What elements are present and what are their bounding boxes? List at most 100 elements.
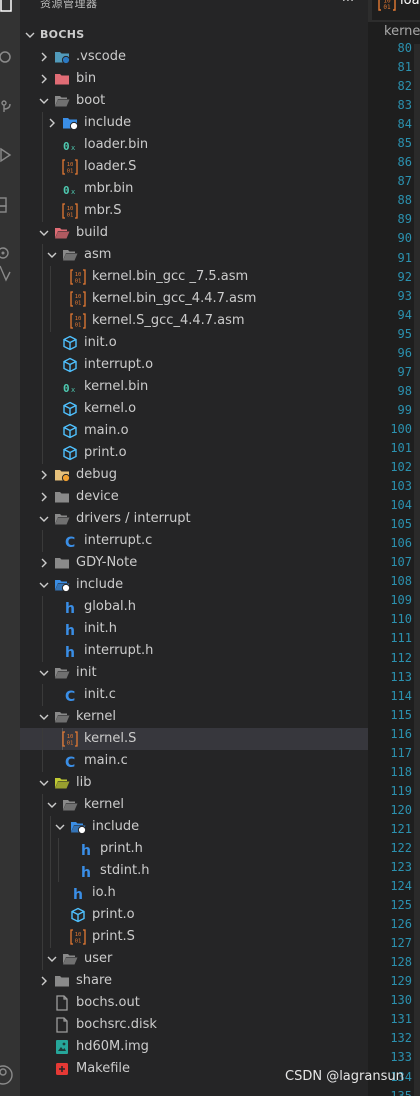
account-icon[interactable] <box>0 1064 20 1086</box>
tree-folder-row[interactable]: bin <box>20 68 368 90</box>
tree-file-row[interactable]: 10 01 loader.S <box>20 156 368 178</box>
tree-item-label: kernel <box>84 797 125 812</box>
tree-file-row[interactable]: print.o <box>20 904 368 926</box>
chevron-down-icon[interactable] <box>38 513 50 525</box>
line-number: 107 <box>390 555 412 570</box>
debug-folder-icon <box>54 467 70 483</box>
indent-guide <box>50 288 51 310</box>
tree-file-row[interactable]: Cinterrupt.c <box>20 530 368 552</box>
explorer-icon[interactable] <box>0 0 20 16</box>
chevron-down-icon[interactable] <box>38 227 50 239</box>
remote-explorer-icon[interactable] <box>0 242 20 264</box>
tree-folder-row[interactable]: drivers / interrupt <box>20 508 368 530</box>
tree-file-row[interactable]: main.o <box>20 420 368 442</box>
indent-guide <box>50 816 51 838</box>
line-number: 129 <box>390 974 412 989</box>
tree-file-row[interactable]: 10 01 mbr.S <box>20 200 368 222</box>
chevron-right-icon[interactable] <box>38 491 50 503</box>
search-icon[interactable] <box>0 46 20 68</box>
chevron-right-icon[interactable] <box>38 73 50 85</box>
workspace-section-header[interactable]: BOCHS <box>20 24 368 46</box>
tree-file-row[interactable]: Cmain.c <box>20 750 368 772</box>
tree-file-row[interactable]: h interrupt.h <box>20 640 368 662</box>
chevron-down-icon[interactable] <box>46 799 58 811</box>
svg-text:01: 01 <box>75 939 82 945</box>
tree-file-row[interactable]: h io.h <box>20 882 368 904</box>
chevron-down-icon[interactable] <box>38 667 50 679</box>
tree-file-row[interactable]: h init.h <box>20 618 368 640</box>
chevron-down-icon[interactable] <box>54 821 66 833</box>
tree-file-row[interactable]: init.o <box>20 332 368 354</box>
tree-file-row[interactable]: 0 x kernel.bin <box>20 376 368 398</box>
c-file-icon: C <box>62 533 78 549</box>
tree-file-row[interactable]: h stdint.h <box>20 860 368 882</box>
chevron-right-icon[interactable] <box>38 975 50 987</box>
tree-file-row[interactable]: 0 x loader.bin <box>20 134 368 156</box>
chevron-right-icon[interactable] <box>46 117 58 129</box>
chevron-down-icon[interactable] <box>38 711 50 723</box>
tree-item-label: main.o <box>84 423 129 438</box>
chevron-down-icon[interactable] <box>38 579 50 591</box>
svg-text:C: C <box>65 535 75 549</box>
tree-folder-row[interactable]: share <box>20 970 368 992</box>
chevron-down-icon[interactable] <box>38 777 50 789</box>
tree-folder-row[interactable]: device <box>20 486 368 508</box>
tree-file-row[interactable]: print.o <box>20 442 368 464</box>
tree-file-row[interactable]: Cinit.c <box>20 684 368 706</box>
tree-file-row[interactable]: 0 x mbr.bin <box>20 178 368 200</box>
tree-folder-row[interactable]: lib <box>20 772 368 794</box>
explorer-title: 资源管理器 <box>40 0 98 10</box>
tree-file-row[interactable]: 10 01 kernel.bin_gcc _7.5.asm <box>20 266 368 288</box>
breadcrumb[interactable]: kernel <box>384 24 420 39</box>
tree-folder-row[interactable]: .vscode <box>20 46 368 68</box>
chevron-down-icon[interactable] <box>46 953 58 965</box>
vscode-folder-icon <box>54 49 70 65</box>
tree-item-label: Makefile <box>76 1061 131 1076</box>
chevron-right-icon[interactable] <box>38 51 50 63</box>
tree-folder-row[interactable]: user <box>20 948 368 970</box>
tree-file-row[interactable]: interrupt.o <box>20 354 368 376</box>
run-debug-icon[interactable] <box>0 144 20 166</box>
tree-file-row[interactable]: hd60M.img <box>20 1036 368 1058</box>
source-control-icon[interactable] <box>0 96 20 118</box>
workspace-name: BOCHS <box>40 28 85 41</box>
chevron-right-icon[interactable] <box>38 557 50 569</box>
svg-text:01: 01 <box>75 323 82 329</box>
chevron-down-icon[interactable] <box>38 95 50 107</box>
tree-file-row[interactable]: 10 01 kernel.S_gcc_4.4.7.asm <box>20 310 368 332</box>
tree-file-row[interactable]: kernel.o <box>20 398 368 420</box>
lib-folder-open-icon <box>54 775 70 791</box>
tree-folder-row[interactable]: include <box>20 574 368 596</box>
folder-icon <box>54 555 70 571</box>
tree-file-row[interactable]: h print.h <box>20 838 368 860</box>
editor-scrollbar[interactable] <box>414 44 420 1096</box>
extensions-icon[interactable] <box>0 194 20 216</box>
tree-file-row[interactable]: bochsrc.disk <box>20 1014 368 1036</box>
tree-folder-row[interactable]: boot <box>20 90 368 112</box>
tree-file-row[interactable]: 10 01 kernel.S <box>20 728 368 750</box>
indent-guide <box>42 134 43 156</box>
chevron-right-icon[interactable] <box>38 469 50 481</box>
include-folder-open-icon <box>70 819 86 835</box>
tree-folder-row[interactable]: asm <box>20 244 368 266</box>
tree-file-row[interactable]: 10 01 kernel.bin_gcc_4.4.7.asm <box>20 288 368 310</box>
tree-item-label: boot <box>76 93 106 108</box>
tree-folder-row[interactable]: kernel <box>20 794 368 816</box>
tree-folder-row[interactable]: include <box>20 816 368 838</box>
tree-item-label: kernel.S_gcc_4.4.7.asm <box>92 313 245 328</box>
tree-folder-row[interactable]: init <box>20 662 368 684</box>
more-actions-button[interactable]: ··· <box>338 0 358 11</box>
folder-open-icon <box>62 797 78 813</box>
testing-icon[interactable] <box>0 262 20 284</box>
indent-guide <box>50 926 51 948</box>
tree-folder-row[interactable]: GDY-Note <box>20 552 368 574</box>
tree-folder-row[interactable]: debug <box>20 464 368 486</box>
chevron-down-icon[interactable] <box>46 249 58 261</box>
tree-folder-row[interactable]: include <box>20 112 368 134</box>
editor-tab[interactable]: 10 01 loa <box>372 0 420 20</box>
tree-folder-row[interactable]: kernel <box>20 706 368 728</box>
tree-file-row[interactable]: bochs.out <box>20 992 368 1014</box>
tree-file-row[interactable]: 10 01 print.S <box>20 926 368 948</box>
tree-file-row[interactable]: h global.h <box>20 596 368 618</box>
tree-folder-row[interactable]: build <box>20 222 368 244</box>
